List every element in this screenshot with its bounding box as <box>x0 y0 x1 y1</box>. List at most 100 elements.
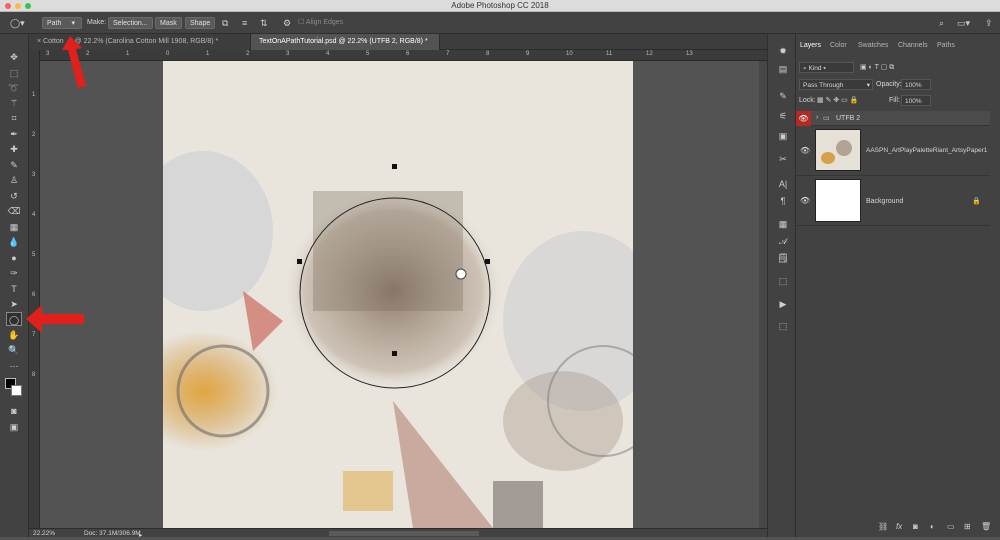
ruler-tick-label: 3 <box>286 51 290 57</box>
glyphs-panel-icon[interactable]: 𝒜 <box>775 234 791 248</box>
ruler-tick-label: 3 <box>32 172 36 178</box>
notes-panel-icon[interactable]: 🗒 <box>775 251 791 265</box>
gradient-tool-icon[interactable]: ▦ <box>6 220 22 234</box>
styles-panel-icon[interactable]: ▣ <box>775 129 791 143</box>
vertical-scrollbar[interactable] <box>759 61 767 528</box>
fx-icon[interactable]: fx <box>896 522 902 531</box>
healing-brush-tool-icon[interactable]: ✚ <box>6 142 22 156</box>
layer-filter-kind-select[interactable]: ⌕ Kind ▾ <box>799 62 854 73</box>
ellipse-tool-preset-icon[interactable]: ◯▾ <box>10 17 25 29</box>
layer-name[interactable]: UTFB 2 <box>836 115 860 122</box>
timeline-panel-icon[interactable]: ⬚ <box>775 319 791 333</box>
background-color-swatch[interactable] <box>11 385 22 396</box>
eye-icon[interactable]: 👁 <box>800 196 810 205</box>
adjustments-panel-icon[interactable]: ✹ <box>775 44 791 58</box>
new-layer-icon[interactable]: ⊞ <box>964 522 971 531</box>
quick-mask-icon[interactable]: ◙ <box>6 404 22 418</box>
vertical-ruler: 12345678 <box>29 50 40 528</box>
clone-stamp-tool-icon[interactable]: ♙ <box>6 173 22 187</box>
shape-button[interactable]: Shape <box>185 17 216 29</box>
fill-label: Fill: <box>889 97 900 104</box>
document-tab-bar: × Cotton … @ 22.2% (Carolina Cotton Mill… <box>29 34 767 50</box>
paragraph-panel-icon[interactable]: ¶ <box>775 194 791 208</box>
eyedropper-tool-icon[interactable]: ✒ <box>6 127 22 141</box>
crop-tool-icon[interactable]: ⌗ <box>6 111 22 125</box>
blend-mode-select[interactable]: Pass Through ▾ <box>799 79 873 90</box>
horizontal-scrollbar[interactable] <box>329 531 479 536</box>
mask-button[interactable]: Mask <box>155 17 182 29</box>
magic-wand-tool-icon[interactable]: ⚚ <box>6 96 22 110</box>
swatch-panel-icon[interactable]: ⬚ <box>775 274 791 288</box>
brush-tool-icon[interactable]: ✎ <box>6 158 22 172</box>
tab-paths[interactable]: Paths <box>937 42 955 49</box>
ruler-tick-label: 3 <box>46 51 50 57</box>
document-canvas[interactable] <box>163 61 633 528</box>
workspace-icon[interactable]: ▭▾ <box>957 17 970 29</box>
filter-icons[interactable]: ▣ ◐ T ▢ ⧉ <box>860 63 894 72</box>
marquee-tool-icon[interactable]: ⬚ <box>6 66 22 80</box>
ellipse-tool-icon[interactable]: ◯ <box>6 312 22 326</box>
horizontal-ruler: 3 2 1 0 1 2 3 4 5 6 7 8 9 10 11 12 13 <box>29 50 767 61</box>
layer-name[interactable]: AASPN_ArtPlayPaletteRiant_ArtsyPaper1 <box>866 147 987 154</box>
libraries-panel-icon[interactable]: ▦ <box>775 217 791 231</box>
eye-icon[interactable]: 👁 <box>796 111 811 126</box>
tab-layers[interactable]: Layers <box>800 42 821 49</box>
tab-text-on-a-path[interactable]: TextOnAPathTutorial.psd @ 22.2% (UTFB 2,… <box>250 34 440 50</box>
tool-mode-select[interactable]: Path ▾ <box>42 17 82 29</box>
share-icon[interactable]: ⇪ <box>985 17 993 29</box>
tab-color[interactable]: Color <box>830 42 847 49</box>
path-alignment-icon[interactable]: ≡ <box>242 17 247 29</box>
status-menu-icon[interactable]: ▸ <box>139 531 142 540</box>
tool-presets-panel-icon[interactable]: ✂ <box>775 152 791 166</box>
screen-mode-icon[interactable]: ▣ <box>6 420 22 434</box>
layer-name[interactable]: Background <box>866 198 903 205</box>
layer-row-utfb2[interactable]: 👁 › ▭ UTFB 2 <box>796 111 990 126</box>
ruler-tick-label: 7 <box>446 51 450 57</box>
ruler-tick-label: 8 <box>32 372 36 378</box>
layers-bottom-bar: ⛓ fx ◙ ◐ ▭ ⊞ 🗑 <box>796 522 1000 537</box>
mask-icon[interactable]: ◙ <box>913 522 918 531</box>
character-panel-icon[interactable]: A| <box>775 177 791 191</box>
selection-button[interactable]: Selection... <box>108 17 153 29</box>
adjustment-icon[interactable]: ◐ <box>930 522 935 531</box>
path-arrangement-icon[interactable]: ⇅ <box>260 17 268 29</box>
zoom-tool-icon[interactable]: 🔍 <box>6 343 22 357</box>
blur-tool-icon[interactable]: 💧 <box>6 235 22 249</box>
type-tool-icon[interactable]: T <box>6 282 22 296</box>
options-bar: ◯▾ Path ▾ Make: Selection... Mask Shape … <box>0 12 1000 34</box>
path-selection-tool-icon[interactable]: ➤ <box>6 297 22 311</box>
eye-icon[interactable]: 👁 <box>800 146 810 155</box>
tools-panel: ✥ ⬚ ➰ ⚚ ⌗ ✒ ✚ ✎ ♙ ↺ ⌫ ▦ 💧 ● ✑ T ➤ ◯ ✋ 🔍 … <box>0 34 29 537</box>
canvas-area[interactable] <box>40 61 767 528</box>
eraser-tool-icon[interactable]: ⌫ <box>6 204 22 218</box>
tab-channels[interactable]: Channels <box>898 42 928 49</box>
layer-row-background[interactable]: 👁 Background 🔒 <box>796 176 990 226</box>
title-bar: Adobe Photoshop CC 2018 <box>0 0 1000 12</box>
opacity-input[interactable]: 100% <box>901 79 931 90</box>
group-icon[interactable]: ▭ <box>947 522 955 531</box>
align-edges-checkbox[interactable]: ☐ Align Edges <box>298 17 343 29</box>
more-tools-icon[interactable]: ⋯ <box>6 359 22 373</box>
move-tool-icon[interactable]: ✥ <box>6 50 22 64</box>
tab-swatches[interactable]: Swatches <box>858 42 888 49</box>
history-panel-icon[interactable]: ▤ <box>775 62 791 76</box>
fill-input[interactable]: 100% <box>901 95 931 106</box>
trash-icon[interactable]: 🗑 <box>981 522 991 531</box>
search-icon[interactable]: ⌕ <box>939 17 944 29</box>
history-brush-tool-icon[interactable]: ↺ <box>6 189 22 203</box>
layer-row-artsy-paper[interactable]: 👁 AASPN_ArtPlayPaletteRiant_ArtsyPaper1 <box>796 126 990 176</box>
lock-icons[interactable]: ▦ ✎ ✥ ▭ 🔒 <box>817 96 858 104</box>
dodge-tool-icon[interactable]: ● <box>6 251 22 265</box>
actions-panel-icon[interactable]: ▶ <box>775 297 791 311</box>
ruler-tick-label: 6 <box>406 51 410 57</box>
pen-tool-icon[interactable]: ✑ <box>6 266 22 280</box>
path-operations-icon[interactable]: ⧉ <box>222 17 228 29</box>
hand-tool-icon[interactable]: ✋ <box>6 328 22 342</box>
gear-icon[interactable]: ⚙ <box>283 17 291 29</box>
brush-panel-icon[interactable]: ✎ <box>775 89 791 103</box>
layer-thumbnail <box>815 179 861 222</box>
chevron-right-icon[interactable]: › <box>816 114 818 121</box>
lasso-tool-icon[interactable]: ➰ <box>6 81 22 95</box>
link-icon[interactable]: ⛓ <box>878 522 888 531</box>
properties-panel-icon[interactable]: ⚟ <box>775 109 791 123</box>
